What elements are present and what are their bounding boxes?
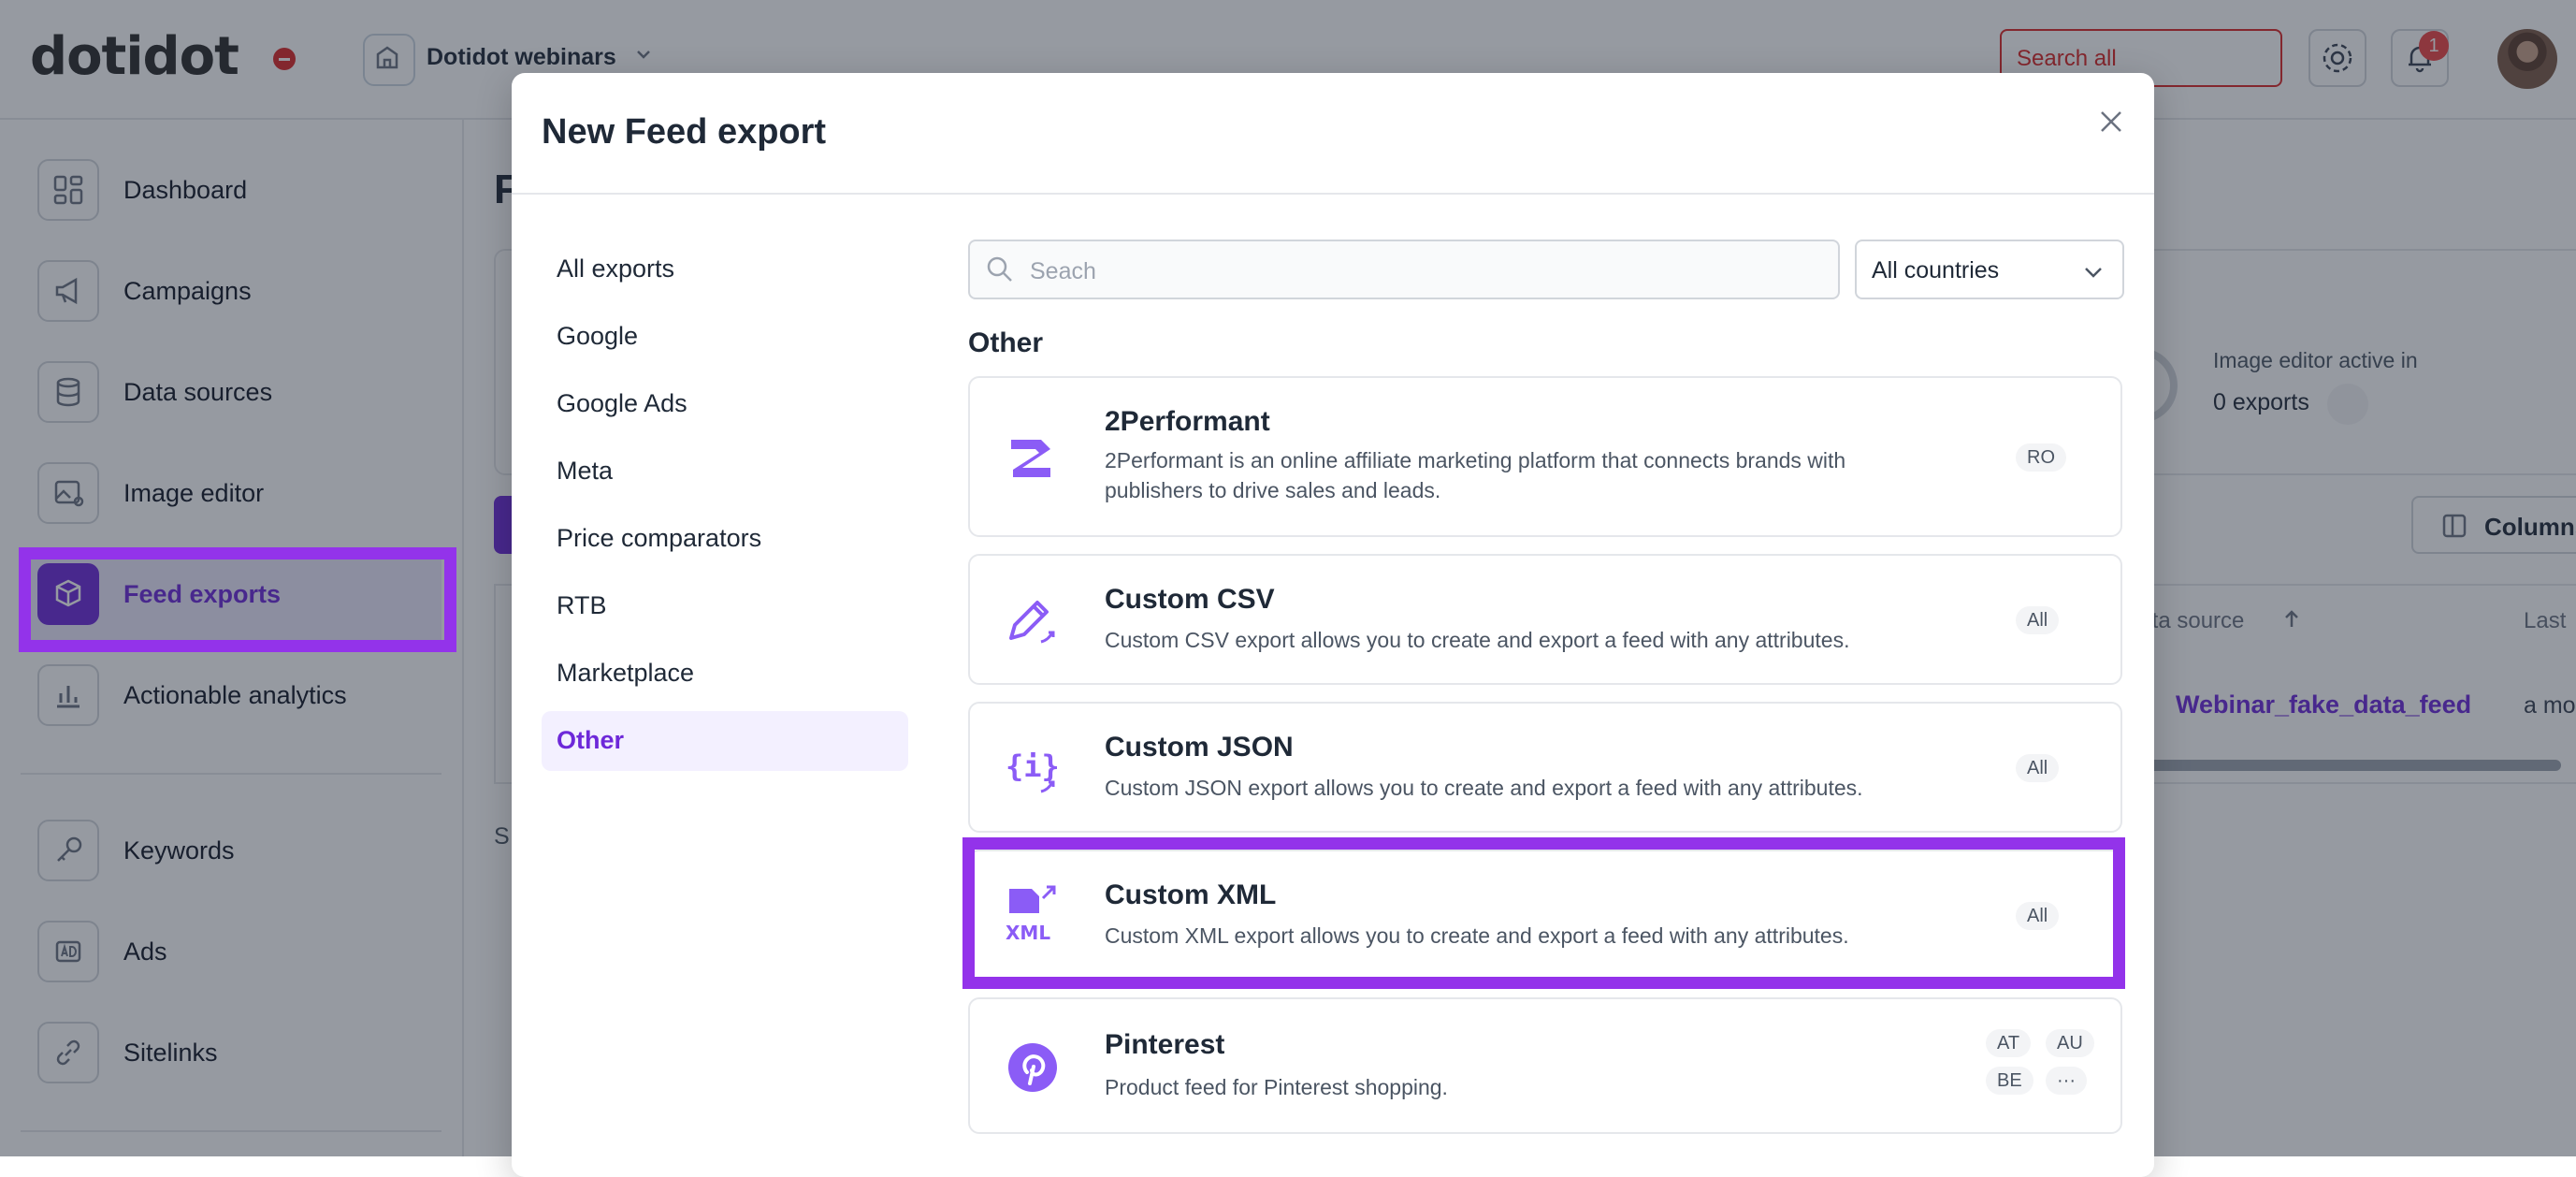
highlight-custom-xml xyxy=(962,837,2125,989)
modal-header-divider xyxy=(512,193,2154,195)
category-marketplace[interactable]: Marketplace xyxy=(557,659,694,688)
country-tag: All xyxy=(2016,606,2060,634)
category-google[interactable]: Google xyxy=(557,322,638,351)
export-title: Pinterest xyxy=(1105,1029,1225,1060)
search-input[interactable] xyxy=(1028,254,1406,288)
country-tag: All xyxy=(2016,754,2060,782)
export-description: 2Performant is an online affiliate marke… xyxy=(1105,448,1846,502)
export-description: Custom JSON export allows you to create … xyxy=(1105,776,1863,800)
category-google-ads[interactable]: Google Ads xyxy=(557,389,687,418)
export-title: 2Performant xyxy=(1105,406,1270,437)
category-all-exports[interactable]: All exports xyxy=(557,254,674,283)
category-meta[interactable]: Meta xyxy=(557,457,613,486)
json-braces-icon: {i} xyxy=(1006,748,1060,793)
search-icon xyxy=(987,256,1012,282)
export-description: Custom CSV export allows you to create a… xyxy=(1105,628,1850,652)
highlight-feed-exports xyxy=(19,547,456,652)
export-option-2performant[interactable]: 2Performant 2Performant is an online aff… xyxy=(968,376,2122,537)
country-select-value: All countries xyxy=(1872,257,2000,283)
new-feed-export-modal: New Feed export All exports Google Googl… xyxy=(512,73,2154,1177)
country-select[interactable]: All countries xyxy=(1855,240,2124,299)
export-option-custom-json[interactable]: {i} Custom JSON Custom JSON export allow… xyxy=(968,702,2122,833)
pencil-export-icon xyxy=(1009,601,1055,644)
chevron-down-icon xyxy=(2085,268,2102,278)
close-icon[interactable] xyxy=(2092,103,2130,140)
country-tag: AT xyxy=(1986,1029,2032,1057)
export-description: Product feed for Pinterest shopping. xyxy=(1105,1075,1448,1099)
more-tags-button[interactable]: ··· xyxy=(2046,1067,2087,1095)
category-rtb[interactable]: RTB xyxy=(557,591,607,620)
2performant-logo-icon xyxy=(1011,440,1050,477)
export-option-pinterest[interactable]: Pinterest Product feed for Pinterest sho… xyxy=(968,997,2122,1134)
country-tag: AU xyxy=(2046,1029,2094,1057)
modal-title: New Feed export xyxy=(542,112,827,152)
country-tag: BE xyxy=(1986,1067,2033,1095)
export-title: Custom CSV xyxy=(1105,584,1275,615)
export-title: Custom JSON xyxy=(1105,732,1294,763)
section-heading: Other xyxy=(968,327,1044,358)
pinterest-logo-icon xyxy=(1008,1043,1057,1092)
category-other[interactable]: Other xyxy=(557,726,624,755)
export-search-field[interactable] xyxy=(968,240,1840,299)
export-option-custom-csv[interactable]: Custom CSV Custom CSV export allows you … xyxy=(968,554,2122,685)
svg-text:{i}: {i} xyxy=(1006,748,1060,784)
country-tag: RO xyxy=(2016,443,2066,472)
category-price-comparators[interactable]: Price comparators xyxy=(557,524,761,553)
